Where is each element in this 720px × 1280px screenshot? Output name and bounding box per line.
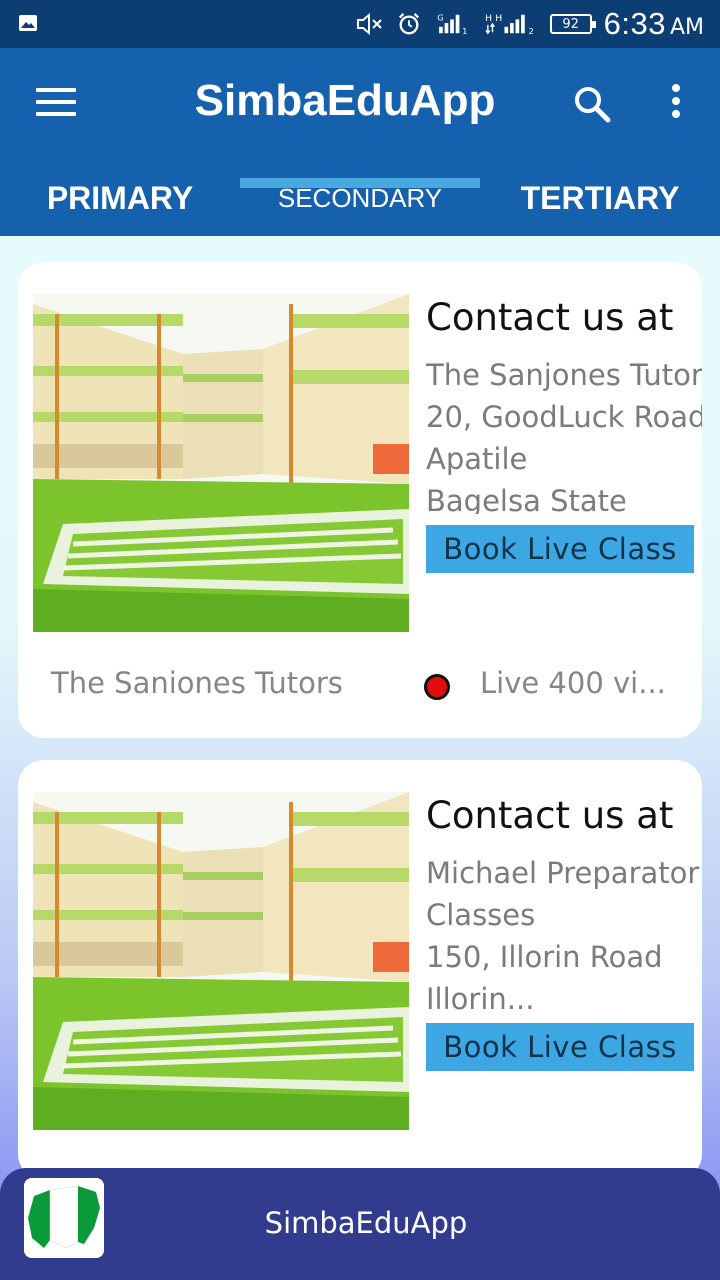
svg-text:1: 1 <box>462 26 467 36</box>
battery-level: 92 <box>562 16 579 32</box>
book-live-class-button[interactable]: Book Live Class <box>426 525 694 573</box>
school-name: The Saniones Tutors <box>51 666 343 700</box>
school-card[interactable]: Contact us at The Sanjones Tutor 20, Goo… <box>18 262 702 738</box>
signal-g-icon: G 1 <box>437 12 467 36</box>
bottom-bar-title: SimbaEduApp <box>264 1206 468 1240</box>
search-icon[interactable] <box>572 84 612 124</box>
address-line: Michael Preparator <box>426 856 700 890</box>
address-line: The Sanjones Tutor <box>426 358 702 392</box>
tab-primary[interactable]: PRIMARY <box>0 160 240 236</box>
svg-text:H: H <box>485 13 492 24</box>
svg-text:G: G <box>437 12 443 22</box>
clock: 6:33 AM <box>604 6 704 42</box>
battery-icon: 92 <box>549 14 596 34</box>
card-address: The Sanjones Tutor 20, GoodLuck Road Apa… <box>426 354 702 514</box>
card-heading: Contact us at <box>426 794 674 837</box>
school-image <box>33 792 409 1130</box>
clock-time: 6:33 <box>603 6 666 41</box>
bottom-bar: SimbaEduApp <box>0 1168 720 1280</box>
address-line: Classes <box>426 898 536 932</box>
mute-icon <box>356 12 382 36</box>
book-live-class-button[interactable]: Book Live Class <box>426 1023 694 1071</box>
address-line: Illorin... <box>426 982 535 1012</box>
school-card[interactable]: Contact us at Michael Preparator Classes… <box>18 760 702 1180</box>
image-icon <box>19 15 37 31</box>
address-line: 20, GoodLuck Road <box>426 400 702 434</box>
nigeria-map-icon[interactable] <box>24 1178 104 1258</box>
card-address: Michael Preparator Classes 150, Illorin … <box>426 852 702 1012</box>
app-title: SimbaEduApp <box>194 76 496 125</box>
clock-ampm: AM <box>669 15 704 40</box>
app-bar: SimbaEduApp PRIMARY SECONDARY TERTIARY <box>0 48 720 236</box>
more-vert-icon[interactable] <box>664 84 688 124</box>
status-bar: G 1 H H 2 92 6:33 AM <box>0 0 720 48</box>
address-line: Bagelsa State <box>426 484 627 514</box>
live-indicator-icon <box>424 674 450 700</box>
tab-bar: PRIMARY SECONDARY TERTIARY <box>0 160 720 236</box>
address-line: 150, Illorin Road <box>426 940 663 974</box>
svg-text:H: H <box>495 13 502 24</box>
tab-indicator <box>240 178 480 188</box>
alarm-icon <box>398 13 419 35</box>
svg-text:2: 2 <box>528 26 533 36</box>
menu-icon[interactable] <box>36 88 76 120</box>
tab-tertiary[interactable]: TERTIARY <box>480 160 720 236</box>
school-image <box>33 294 409 632</box>
tab-secondary[interactable]: SECONDARY <box>240 160 480 236</box>
card-heading: Contact us at <box>426 296 674 339</box>
address-line: Apatile <box>426 442 528 476</box>
signal-h-icon: H H 2 <box>485 13 534 36</box>
live-viewers: Live 400 vi... <box>480 666 666 700</box>
